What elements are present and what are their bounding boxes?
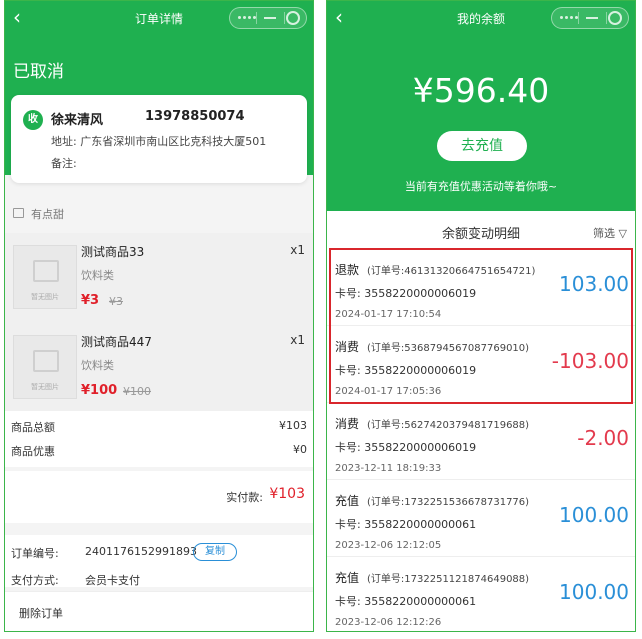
- receiver-note: 备注:: [51, 157, 77, 170]
- product-category: 饮料类: [81, 359, 114, 372]
- product-category: 饮料类: [81, 269, 114, 282]
- order-info: 订单编号: 2401176152991893 复制 支付方式: 会员卡支付: [5, 535, 313, 587]
- highlight-box: [329, 248, 633, 404]
- receiver-badge: 收: [23, 110, 43, 130]
- payment-method: 会员卡支付: [85, 574, 140, 587]
- record-time: 2023-12-11 18:19:33: [335, 463, 442, 474]
- miniprogram-capsule: [229, 7, 307, 29]
- balance-amount: ¥596.40: [412, 71, 550, 110]
- product-name: 测试商品447: [81, 335, 152, 349]
- image-placeholder-icon: [33, 260, 59, 282]
- summary-total-value: ¥103: [279, 419, 307, 432]
- order-detail-screen: ‹ 订单详情 已取消 收 徐来清风 13978850074 地址: 广东省深圳市…: [4, 0, 314, 632]
- record-amount: 100.00: [559, 503, 629, 527]
- balance-record[interactable]: 充值 (订单号:17322511218746490​88) 卡号: 355822…: [327, 557, 635, 631]
- shop-icon: [13, 208, 24, 218]
- record-time: 2023-12-06 12:12:26: [335, 617, 442, 628]
- product-quantity: x1: [290, 243, 305, 257]
- detail-title: 余额变动明细: [441, 227, 520, 242]
- minimize-icon[interactable]: [586, 17, 598, 19]
- product-image: 暂无图片: [13, 245, 77, 309]
- record-type: 充值: [335, 494, 360, 508]
- nav-bar: ‹ 我的余额: [327, 1, 635, 35]
- filter-label: 筛选: [593, 227, 616, 240]
- close-icon[interactable]: [608, 11, 622, 25]
- receiver-name: 徐来清风: [51, 113, 104, 128]
- summary-discount-label: 商品优惠: [11, 445, 55, 458]
- address-card: 收 徐来清风 13978850074 地址: 广东省深圳市南山区比克科技大厦50…: [11, 95, 307, 183]
- receiver-phone: 13978850074: [145, 109, 245, 124]
- promo-text: 当前有充值优惠活动等着你哦~: [404, 180, 558, 193]
- order-status: 已取消: [13, 62, 64, 82]
- product-item[interactable]: 暂无图片 测试商品33 饮料类 ¥3 ¥3 x1: [5, 233, 313, 323]
- record-time: 2023-12-06 12:12:05: [335, 540, 442, 551]
- summary-total-row: 商品总额 ¥103: [11, 419, 307, 437]
- record-type: 充值: [335, 571, 360, 585]
- balance-screen: ‹ 我的余额 ¥596.40 去充值 当前有充值优惠活动等着你哦~ 余额变动明细…: [326, 0, 636, 632]
- shop-name: 有点甜: [31, 208, 64, 221]
- image-placeholder-text: 暂无图片: [31, 293, 59, 301]
- summary-discount-value: ¥0: [293, 443, 307, 456]
- receiver-address: 地址: 广东省深圳市南山区比克科技大厦501: [51, 135, 267, 148]
- record-order-number: (订单号:17322515366787317​76): [367, 497, 530, 508]
- product-item[interactable]: 暂无图片 测试商品447 饮料类 ¥100 ¥100 x1: [5, 323, 313, 413]
- product-quantity: x1: [290, 333, 305, 347]
- product-original-price: ¥100: [123, 385, 151, 398]
- summary-discount-row: 商品优惠 ¥0: [11, 443, 307, 461]
- product-image: 暂无图片: [13, 335, 77, 399]
- recharge-button[interactable]: 去充值: [437, 131, 527, 161]
- balance-record[interactable]: 消费 (订单号:56274203794817196​88) 卡号: 355822…: [327, 403, 635, 480]
- record-order-number: (订单号:56274203794817196​88): [367, 420, 530, 431]
- paid-value: ¥103: [269, 486, 305, 502]
- amount-summary: 商品总额 ¥103 商品优惠 ¥0: [5, 411, 313, 467]
- product-price: ¥100: [81, 383, 118, 398]
- more-icon[interactable]: [238, 16, 256, 19]
- product-name: 测试商品33: [81, 245, 145, 259]
- record-amount: 100.00: [559, 580, 629, 604]
- product-price: ¥3: [81, 293, 100, 308]
- paid-row: 实付款: ¥103: [5, 471, 313, 523]
- shop-row: 有点甜: [5, 197, 313, 231]
- delete-order-button[interactable]: 删除订单: [19, 605, 63, 621]
- more-icon[interactable]: [560, 16, 578, 19]
- nav-bar: ‹ 订单详情: [5, 1, 313, 35]
- image-placeholder-icon: [33, 350, 59, 372]
- record-type: 消费: [335, 417, 360, 431]
- copy-button[interactable]: 复制: [193, 543, 237, 561]
- close-icon[interactable]: [286, 11, 300, 25]
- order-number: 2401176152991893: [85, 545, 197, 558]
- record-amount: -2.00: [577, 426, 629, 450]
- order-number-label: 订单编号:: [11, 547, 59, 560]
- miniprogram-capsule: [551, 7, 629, 29]
- balance-record[interactable]: 充值 (订单号:17322515366787317​76) 卡号: 355822…: [327, 480, 635, 557]
- image-placeholder-text: 暂无图片: [31, 383, 59, 391]
- filter-button[interactable]: 筛选 ▽: [593, 225, 627, 241]
- record-card-number: 卡号: 3558220000006019: [335, 441, 477, 454]
- record-card-number: 卡号: 3558220000000061: [335, 518, 477, 531]
- record-order-number: (订单号:17322511218746490​88): [367, 574, 530, 585]
- paid-label: 实付款:: [226, 491, 263, 504]
- bottom-bar: 删除订单: [5, 591, 313, 631]
- summary-total-label: 商品总额: [11, 421, 55, 434]
- record-card-number: 卡号: 3558220000000061: [335, 595, 477, 608]
- filter-icon: ▽: [618, 227, 627, 240]
- minimize-icon[interactable]: [264, 17, 276, 19]
- product-original-price: ¥3: [109, 295, 123, 308]
- payment-method-label: 支付方式:: [11, 574, 59, 587]
